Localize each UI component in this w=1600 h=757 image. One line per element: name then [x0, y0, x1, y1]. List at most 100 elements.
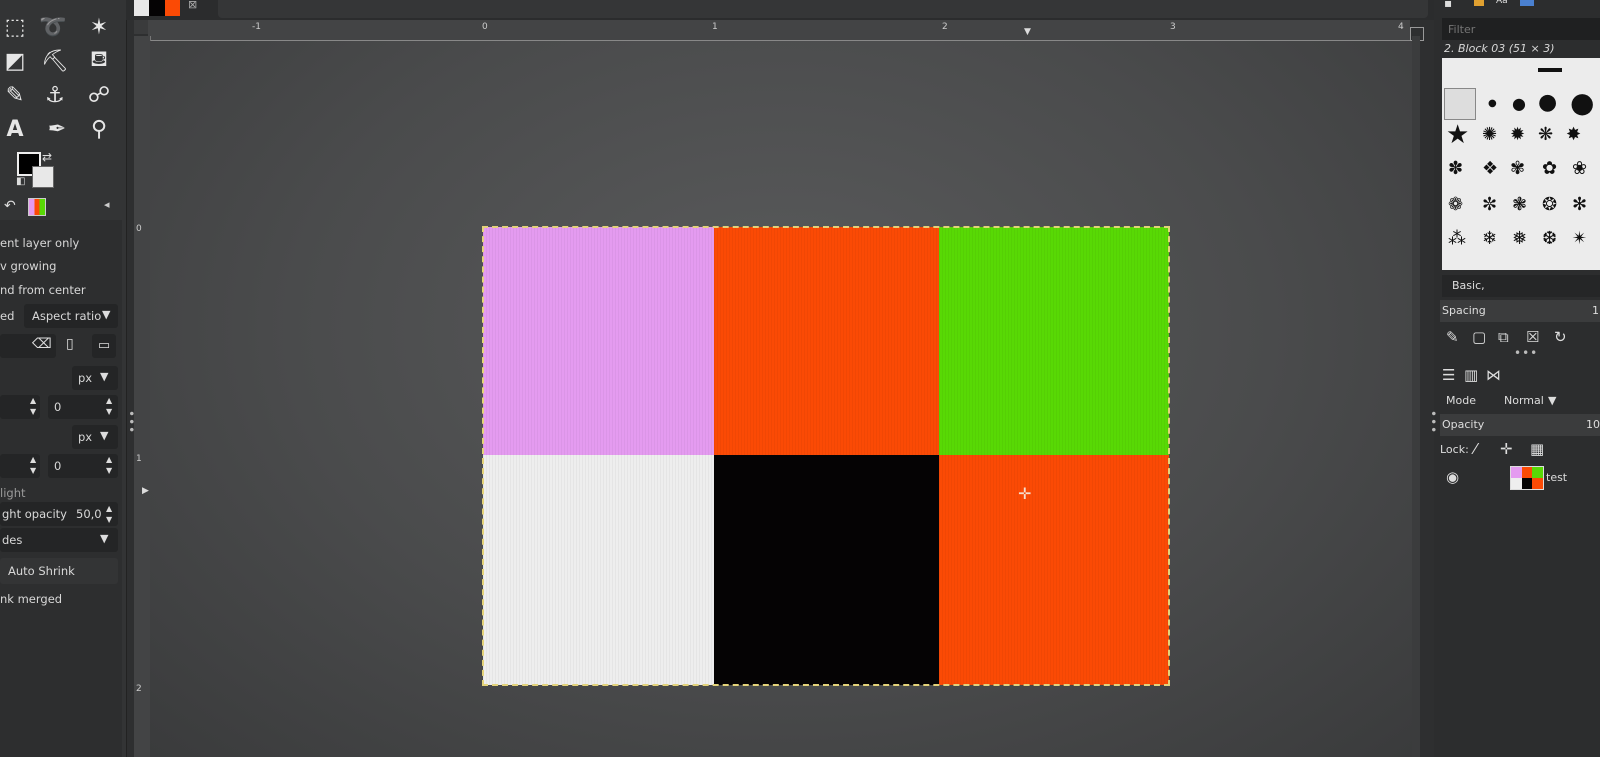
lock-pixels-icon[interactable]: ⁄: [1474, 440, 1477, 458]
reset-colors-icon[interactable]: ◧: [16, 176, 25, 187]
vertical-ruler[interactable]: 0 1 2 ▶: [134, 36, 151, 757]
transform-icon[interactable]: ◩: [0, 46, 30, 76]
brush-block-icon[interactable]: [1538, 68, 1562, 72]
layer-name[interactable]: test: [1546, 471, 1567, 484]
brush-texture-icon[interactable]: ❅: [1512, 228, 1527, 249]
brush-texture-icon[interactable]: ❁: [1448, 194, 1463, 215]
brush-circle-icon[interactable]: ●: [1512, 94, 1526, 113]
layers-tab-icon[interactable]: ☰: [1442, 366, 1455, 384]
cursor-crosshair-icon: ✛: [1018, 484, 1032, 503]
brush-splatter-icon[interactable]: ✹: [1510, 124, 1525, 145]
spinner-icon[interactable]: ▲ ▼: [30, 395, 36, 417]
brush-tag-field[interactable]: Basic,: [1442, 275, 1600, 297]
opacity-label: Opacity: [1442, 418, 1485, 431]
brush-texture-icon[interactable]: ✽: [1448, 158, 1463, 179]
highlight-option[interactable]: light: [0, 486, 122, 500]
patterns-tab-icon[interactable]: [1474, 0, 1484, 6]
brush-splatter-icon[interactable]: ✺: [1482, 124, 1497, 145]
paths-tab-icon[interactable]: ⋈: [1486, 366, 1501, 384]
brush-texture-icon[interactable]: ❀: [1572, 158, 1587, 179]
lasso-icon[interactable]: ➰: [38, 12, 68, 42]
lock-alpha-icon[interactable]: ▦: [1530, 440, 1544, 458]
image-tab-close-icon[interactable]: ⊠: [188, 0, 197, 11]
brush-circle-icon[interactable]: ●: [1488, 98, 1497, 109]
brush-texture-icon[interactable]: ❂: [1542, 194, 1557, 215]
allow-growing-option[interactable]: v growing: [0, 259, 122, 273]
brushes-tab-icon[interactable]: ▪: [1444, 0, 1452, 10]
lock-position-icon[interactable]: ✛: [1500, 440, 1513, 458]
ruler-corner[interactable]: [134, 20, 148, 34]
visibility-eye-icon[interactable]: ◉: [1446, 468, 1459, 486]
image-canvas[interactable]: [482, 226, 1170, 686]
text-icon[interactable]: A: [0, 114, 30, 144]
smudge-icon[interactable]: ☍: [84, 80, 114, 110]
layer-opacity-slider[interactable]: Opacity 10: [1440, 414, 1600, 436]
dock-separator-handle[interactable]: •••: [1514, 346, 1538, 360]
zoom-icon[interactable]: ⚲: [84, 114, 114, 144]
duplicate-brush-icon[interactable]: ⧉: [1498, 328, 1509, 346]
brush-spacing-slider[interactable]: Spacing 1: [1440, 300, 1600, 322]
warp-icon[interactable]: ⛏: [40, 46, 70, 76]
background-color-swatch[interactable]: [32, 166, 54, 188]
brush-grid[interactable]: ● ● ● ● ★ ✺ ✹ ❋ ✸ ✽ ❖ ✾ ✿ ❀ ❁ ✼ ❃ ❂ ✻ ⁂ …: [1442, 58, 1600, 270]
brush-texture-icon[interactable]: ❄: [1482, 228, 1497, 249]
brush-circle-icon[interactable]: ●: [1570, 86, 1594, 119]
refresh-brushes-icon[interactable]: ↻: [1554, 328, 1567, 346]
spinner-icon[interactable]: ▲ ▼: [30, 454, 36, 476]
clone-icon[interactable]: ⚓: [40, 80, 70, 110]
opacity-value: 10: [1586, 418, 1600, 431]
brush-splatter-icon[interactable]: ❋: [1538, 124, 1553, 145]
new-brush-icon[interactable]: ▢: [1472, 328, 1486, 346]
bucket-fill-icon[interactable]: ⛾: [84, 46, 114, 76]
brush-texture-icon[interactable]: ✴: [1572, 228, 1587, 249]
brush-circle-icon[interactable]: ●: [1538, 90, 1557, 115]
vertical-scrollbar[interactable]: [1412, 36, 1420, 757]
clear-icon[interactable]: ⌫: [32, 336, 52, 352]
gradients-tab-icon[interactable]: [1520, 0, 1534, 6]
brush-texture-icon[interactable]: ❆: [1542, 228, 1557, 249]
layer-mode-select[interactable]: Normal: [1504, 394, 1544, 407]
fixed-label[interactable]: ed: [0, 309, 14, 323]
brush-texture-icon[interactable]: ✾: [1510, 158, 1525, 179]
spacing-label: Spacing: [1442, 304, 1486, 317]
swap-colors-icon[interactable]: ⇄: [42, 150, 52, 164]
brush-splatter-icon[interactable]: ✸: [1566, 124, 1581, 145]
images-tab-icon[interactable]: [28, 198, 46, 216]
current-layer-only-option[interactable]: ent layer only: [0, 236, 122, 250]
brush-texture-icon[interactable]: ❃: [1512, 194, 1527, 215]
brush-texture-icon[interactable]: ✻: [1572, 194, 1587, 215]
h-ruler-label: -1: [252, 22, 261, 32]
shrink-merged-option[interactable]: nk merged: [0, 592, 122, 606]
fuzzy-select-icon[interactable]: ✶: [84, 12, 114, 42]
landscape-icon[interactable]: ▯: [66, 336, 74, 352]
portrait-icon[interactable]: ▭: [92, 334, 116, 358]
dock-drag-handle[interactable]: •••: [124, 410, 138, 434]
expand-from-center-option[interactable]: nd from center: [0, 283, 122, 297]
spinner-icon[interactable]: ▲ ▼: [106, 454, 112, 476]
chevron-down-icon: ▼: [100, 429, 109, 442]
configure-tab-icon[interactable]: ◂: [104, 198, 110, 211]
undo-history-icon[interactable]: ↶: [4, 198, 16, 214]
image-tab-thumbnail[interactable]: [134, 0, 180, 16]
aspect-ratio-value: Aspect ratio: [32, 309, 102, 323]
color-picker-icon[interactable]: ✒: [42, 114, 72, 144]
brush-selected[interactable]: [1444, 88, 1476, 120]
horizontal-ruler[interactable]: -1 0 1 2 3 4 ▼: [148, 20, 1410, 41]
eraser-icon[interactable]: ✎: [0, 80, 30, 110]
brush-star-icon[interactable]: ★: [1446, 120, 1469, 150]
image-cell-pink: [483, 227, 714, 455]
rect-select-icon[interactable]: ⬚: [0, 12, 30, 42]
dock-drag-handle[interactable]: •••: [1426, 410, 1440, 434]
brush-filter-input[interactable]: [1442, 18, 1600, 40]
fonts-tab-icon[interactable]: Aa: [1496, 0, 1508, 6]
brush-texture-icon[interactable]: ✼: [1482, 194, 1497, 215]
brush-texture-icon[interactable]: ✿: [1542, 158, 1557, 179]
spinner-icon[interactable]: ▲ ▼: [106, 503, 112, 525]
spinner-icon[interactable]: ▲ ▼: [106, 395, 112, 417]
brush-texture-icon[interactable]: ❖: [1482, 158, 1498, 179]
channels-tab-icon[interactable]: ▥: [1464, 366, 1478, 384]
delete-brush-icon[interactable]: ☒: [1526, 328, 1539, 346]
image-cell-orange: [714, 227, 939, 455]
brush-texture-icon[interactable]: ⁂: [1448, 228, 1466, 249]
edit-brush-icon[interactable]: ✎: [1446, 328, 1459, 346]
